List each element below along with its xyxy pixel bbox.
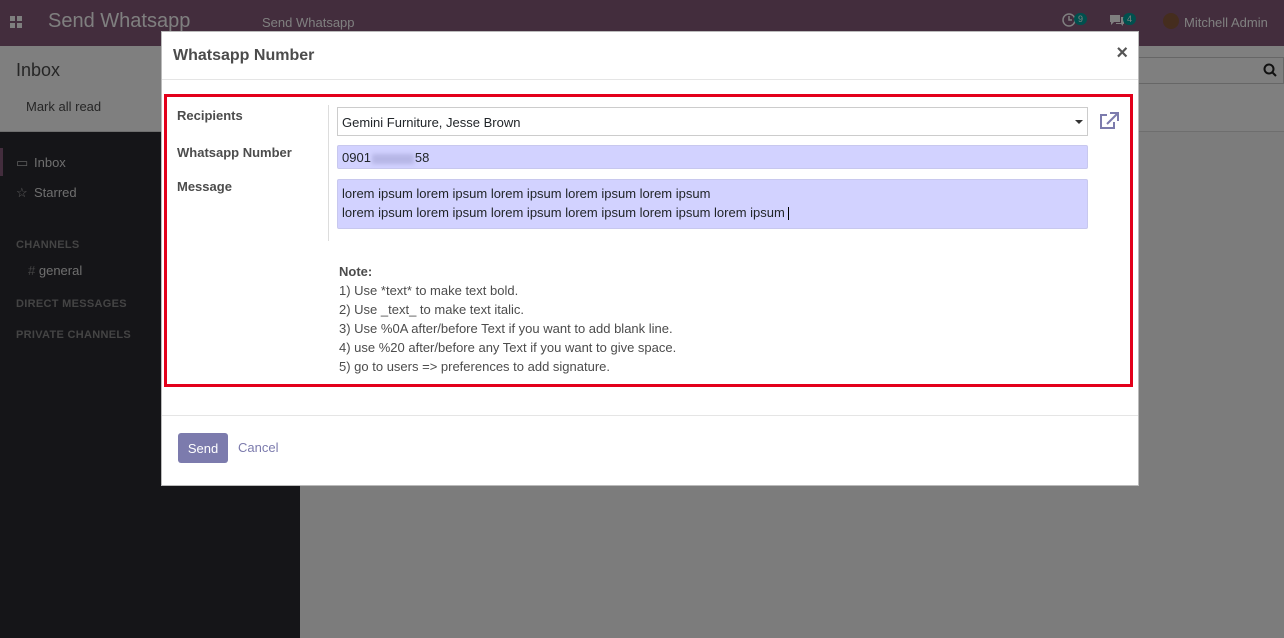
modal-header: Whatsapp Number ×: [162, 32, 1138, 80]
text-caret: [787, 207, 789, 221]
chevron-down-icon[interactable]: [1075, 120, 1083, 124]
message-line-2: lorem ipsum lorem ipsum lorem ipsum lore…: [342, 205, 785, 220]
note-item: 3) Use %0A after/before Text if you want…: [339, 321, 673, 336]
message-textarea[interactable]: lorem ipsum lorem ipsum lorem ipsum lore…: [337, 179, 1088, 229]
number-prefix: 0901: [342, 150, 371, 165]
modal-footer: Send Cancel: [162, 415, 1138, 485]
recipients-value: Gemini Furniture, Jesse Brown: [342, 115, 521, 130]
note-item: 1) Use *text* to make text bold.: [339, 283, 519, 298]
number-suffix: 58: [414, 150, 430, 165]
external-link-icon[interactable]: [1099, 112, 1119, 130]
modal-title: Whatsapp Number: [173, 47, 315, 64]
label-divider: [328, 105, 329, 241]
note-item: 4) use %20 after/before any Text if you …: [339, 340, 677, 355]
cancel-button[interactable]: Cancel: [238, 440, 278, 455]
send-button[interactable]: Send: [178, 433, 228, 463]
close-icon[interactable]: ×: [1116, 42, 1128, 65]
message-label: Message: [177, 179, 232, 194]
whatsapp-number-input[interactable]: 0901 58: [337, 145, 1088, 169]
whatsapp-dialog: Whatsapp Number × Recipients Whatsapp Nu…: [161, 31, 1139, 486]
note-block: Note: 1) Use *text* to make text bold. 2…: [339, 262, 676, 376]
recipients-label: Recipients: [177, 108, 243, 123]
note-item: 5) go to users => preferences to add sig…: [339, 359, 611, 374]
note-title: Note:: [339, 264, 373, 279]
recipients-select[interactable]: Gemini Furniture, Jesse Brown: [337, 107, 1088, 136]
whatsapp-number-label: Whatsapp Number: [177, 145, 292, 160]
message-line-1: lorem ipsum lorem ipsum lorem ipsum lore…: [342, 186, 711, 201]
redacted-digits: [371, 153, 414, 164]
note-item: 2) Use _text_ to make text italic.: [339, 302, 524, 317]
